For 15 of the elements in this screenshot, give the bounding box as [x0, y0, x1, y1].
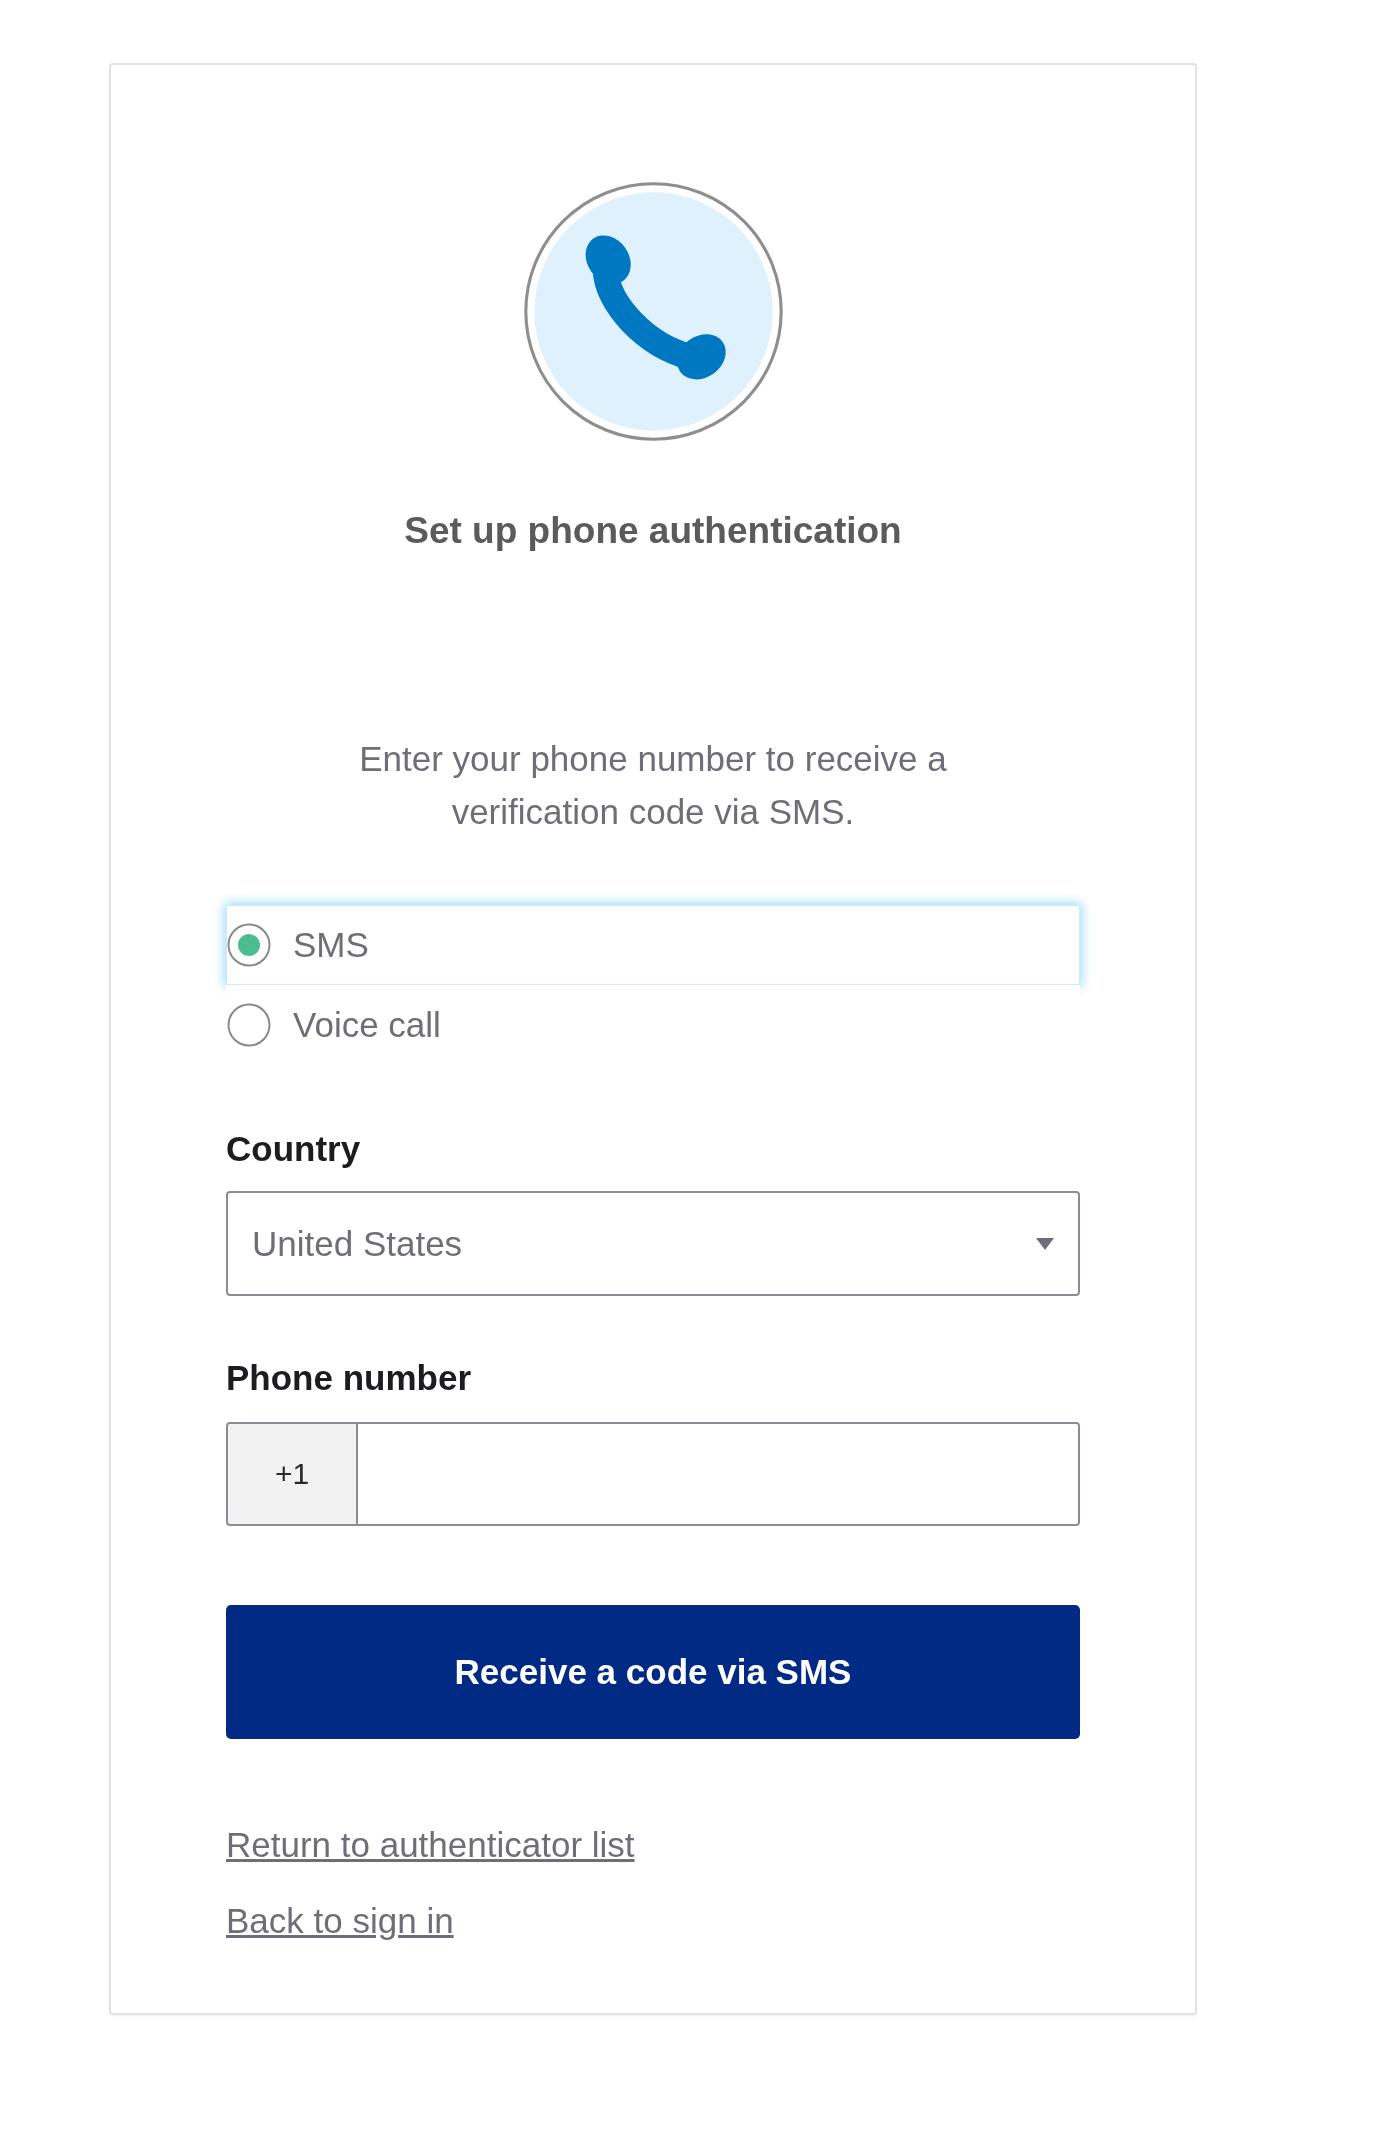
text-link[interactable]: Back to sign in — [226, 1896, 454, 1946]
radio-icon[interactable] — [227, 923, 271, 967]
page-title: Set up phone authentication — [403, 509, 903, 553]
phone-input[interactable] — [358, 1422, 1080, 1526]
text-link[interactable]: Return to authenticator list — [226, 1820, 635, 1870]
field-label: Country — [226, 1128, 362, 1170]
field-label: Phone number — [226, 1357, 473, 1399]
instruction-text: Enter your phone number to receive a verification code via SMS. — [358, 738, 948, 833]
caret-icon — [1036, 1237, 1054, 1250]
country-select[interactable]: United States — [226, 1191, 1080, 1296]
country-code-prefix: +1 — [226, 1422, 358, 1526]
radio-icon[interactable] — [227, 1003, 271, 1047]
radio-option[interactable]: SMS — [226, 905, 1080, 985]
phone-icon — [523, 182, 783, 441]
submit-button[interactable]: Receive a code via SMS — [226, 1605, 1080, 1739]
